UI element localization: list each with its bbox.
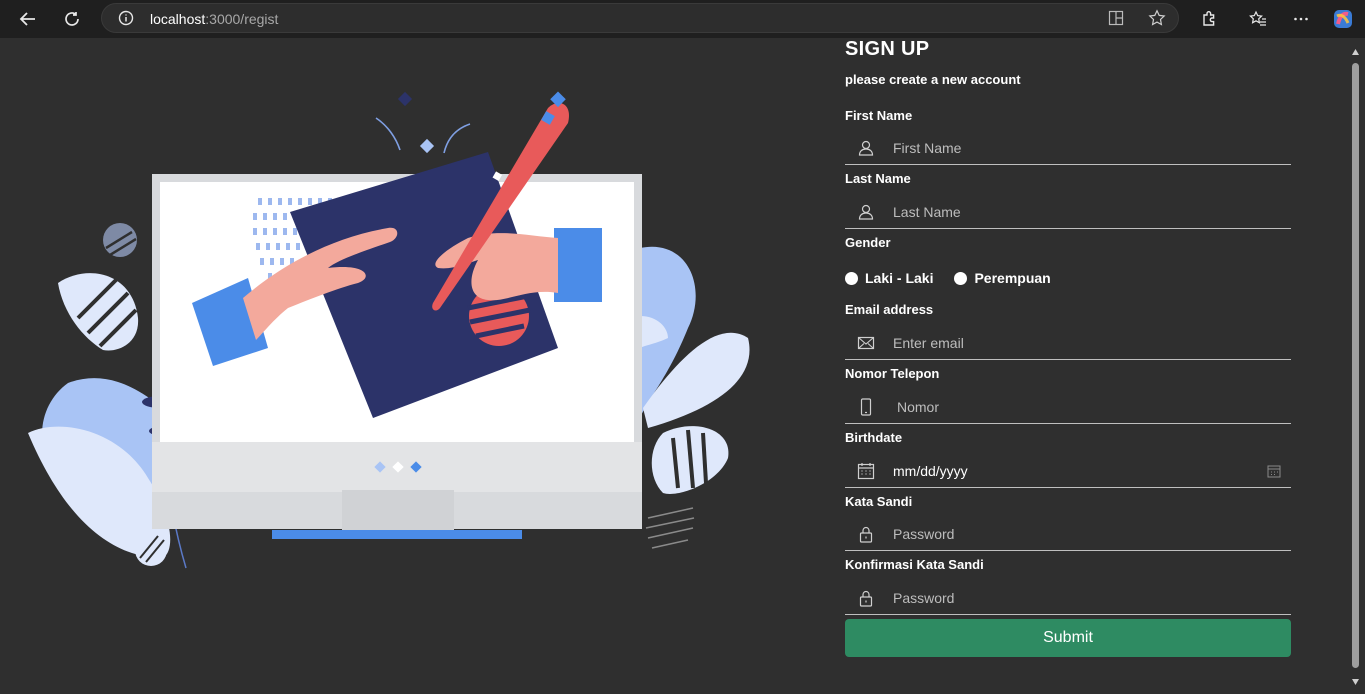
split-screen-icon[interactable]	[1108, 10, 1124, 31]
birthdate-label: Birthdate	[845, 430, 903, 445]
first-name-placeholder: First Name	[893, 140, 962, 156]
phone-label: Nomor Telepon	[845, 366, 940, 381]
first-name-label: First Name	[845, 108, 913, 123]
password-field[interactable]: Password	[845, 516, 1291, 551]
computer-illustration	[28, 91, 750, 569]
last-name-placeholder: Last Name	[893, 204, 961, 220]
info-icon[interactable]	[118, 10, 134, 31]
submit-button[interactable]: Submit	[845, 619, 1291, 657]
phone-placeholder: Nomor	[897, 399, 940, 415]
email-label: Email address	[845, 302, 934, 317]
browser-toolbar: localhost:3000/regist	[0, 0, 1365, 38]
scroll-down-icon[interactable]	[1351, 678, 1360, 686]
more-icon[interactable]	[1287, 5, 1315, 33]
refresh-icon[interactable]	[58, 5, 86, 33]
gender-label: Gender	[845, 235, 891, 250]
page-content: SIGN UP please create a new account Firs…	[0, 38, 1365, 694]
page-scrollbar[interactable]	[1350, 48, 1360, 688]
confirm-password-field[interactable]: Password	[845, 580, 1291, 615]
birthdate-value: mm/dd/yyyy	[893, 463, 968, 479]
last-name-field[interactable]: Last Name	[845, 194, 1291, 229]
user-icon	[857, 203, 875, 221]
phone-field[interactable]: Nomor	[845, 389, 1291, 424]
page-subtitle: please create a new account	[845, 72, 1021, 87]
page-title: SIGN UP	[845, 38, 930, 60]
gender-options: Laki - Laki Perempuan	[845, 270, 1051, 286]
address-bar[interactable]: localhost:3000/regist	[101, 3, 1179, 33]
envelope-icon	[857, 334, 875, 352]
gender-radio-laki[interactable]	[845, 271, 858, 285]
scroll-up-icon[interactable]	[1351, 48, 1360, 56]
scrollbar-thumb[interactable]	[1352, 63, 1359, 668]
confirm-password-placeholder: Password	[893, 590, 955, 606]
gender-option-label: Perempuan	[974, 270, 1051, 286]
birthdate-field[interactable]: mm/dd/yyyy	[845, 453, 1291, 488]
user-icon	[857, 139, 875, 157]
password-placeholder: Password	[893, 526, 955, 542]
url-text: localhost:3000/regist	[150, 11, 279, 27]
confirm-password-label: Konfirmasi Kata Sandi	[845, 557, 984, 572]
email-placeholder: Enter email	[893, 335, 964, 351]
extensions-icon[interactable]	[1195, 5, 1223, 33]
phone-icon	[857, 398, 875, 416]
first-name-field[interactable]: First Name	[845, 130, 1291, 165]
gender-radio-perempuan[interactable]	[954, 271, 968, 285]
lock-icon	[857, 525, 875, 543]
favorites-icon[interactable]	[1244, 5, 1272, 33]
calendar-icon	[857, 462, 875, 480]
last-name-label: Last Name	[845, 171, 911, 186]
password-label: Kata Sandi	[845, 494, 913, 509]
lock-icon	[857, 589, 875, 607]
star-icon[interactable]	[1148, 9, 1166, 32]
copilot-icon[interactable]	[1329, 5, 1357, 33]
email-field[interactable]: Enter email	[845, 325, 1291, 360]
gender-option-label: Laki - Laki	[865, 270, 934, 286]
calendar-picker-icon[interactable]	[1267, 464, 1281, 478]
back-arrow-icon[interactable]	[14, 5, 42, 33]
